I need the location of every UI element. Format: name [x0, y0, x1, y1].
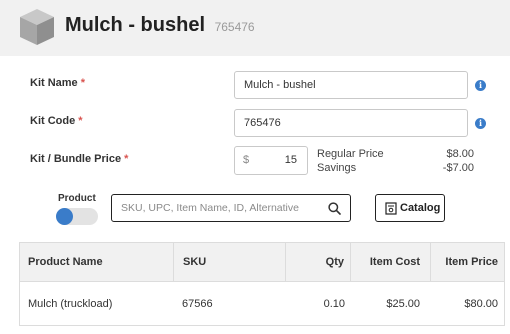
price-label: Kit / Bundle Price *: [30, 153, 128, 165]
info-icon[interactable]: i: [475, 118, 486, 129]
kit-code-subtitle: 765476: [214, 20, 255, 34]
kit-code-label: Kit Code *: [30, 115, 83, 127]
savings-value: -$7.00: [442, 162, 474, 174]
column-header-product-name[interactable]: Product Name: [28, 243, 103, 282]
savings-label: Savings: [317, 162, 357, 174]
cell-item-cost: $25.00: [386, 298, 420, 310]
search-placeholder: SKU, UPC, Item Name, ID, Alternative: [121, 202, 299, 214]
currency-symbol: $: [243, 154, 250, 166]
cell-item-price: $80.00: [464, 298, 498, 310]
product-toggle-label: Product: [58, 193, 96, 204]
price-label-text: Kit / Bundle Price: [30, 153, 122, 165]
required-marker: *: [80, 77, 85, 89]
catalog-icon: [385, 202, 397, 215]
kit-items-table: Product Name SKU Qty Item Cost Item Pric…: [19, 242, 505, 326]
product-search-input[interactable]: SKU, UPC, Item Name, ID, Alternative: [111, 194, 351, 222]
page-header: Mulch - bushel 765476: [0, 0, 510, 56]
info-icon[interactable]: i: [475, 80, 486, 91]
required-marker: *: [124, 153, 129, 165]
page-title: Mulch - bushel 765476: [65, 14, 255, 37]
box-icon: [20, 9, 54, 45]
kit-code-label-text: Kit Code: [30, 115, 76, 127]
cell-qty: 0.10: [323, 298, 345, 310]
regular-price-value: $8.00: [446, 148, 474, 160]
regular-price-label: Regular Price: [317, 148, 384, 160]
kit-code-input[interactable]: 765476: [234, 109, 468, 137]
cell-sku: 67566: [182, 298, 213, 310]
product-toggle[interactable]: [56, 208, 98, 225]
column-header-sku[interactable]: SKU: [173, 243, 285, 282]
kit-name-label-text: Kit Name: [30, 77, 78, 89]
column-header-item-cost[interactable]: Item Cost: [350, 243, 430, 282]
catalog-button[interactable]: Catalog: [375, 194, 445, 222]
catalog-button-label: Catalog: [400, 202, 441, 214]
bundle-price-input[interactable]: $ 15: [234, 146, 308, 175]
column-header-item-price[interactable]: Item Price: [430, 243, 504, 282]
required-marker: *: [78, 115, 83, 127]
kit-name-label: Kit Name *: [30, 77, 85, 89]
cell-product-name: Mulch (truckload): [28, 298, 113, 310]
bundle-price-value: 15: [284, 154, 297, 166]
search-icon[interactable]: [328, 202, 341, 215]
kit-name-input[interactable]: Mulch - bushel: [234, 71, 468, 99]
table-header: Product Name SKU Qty Item Cost Item Pric…: [20, 243, 504, 282]
toggle-knob: [56, 208, 73, 225]
column-header-qty[interactable]: Qty: [285, 243, 350, 282]
kit-title: Mulch - bushel: [65, 14, 205, 36]
